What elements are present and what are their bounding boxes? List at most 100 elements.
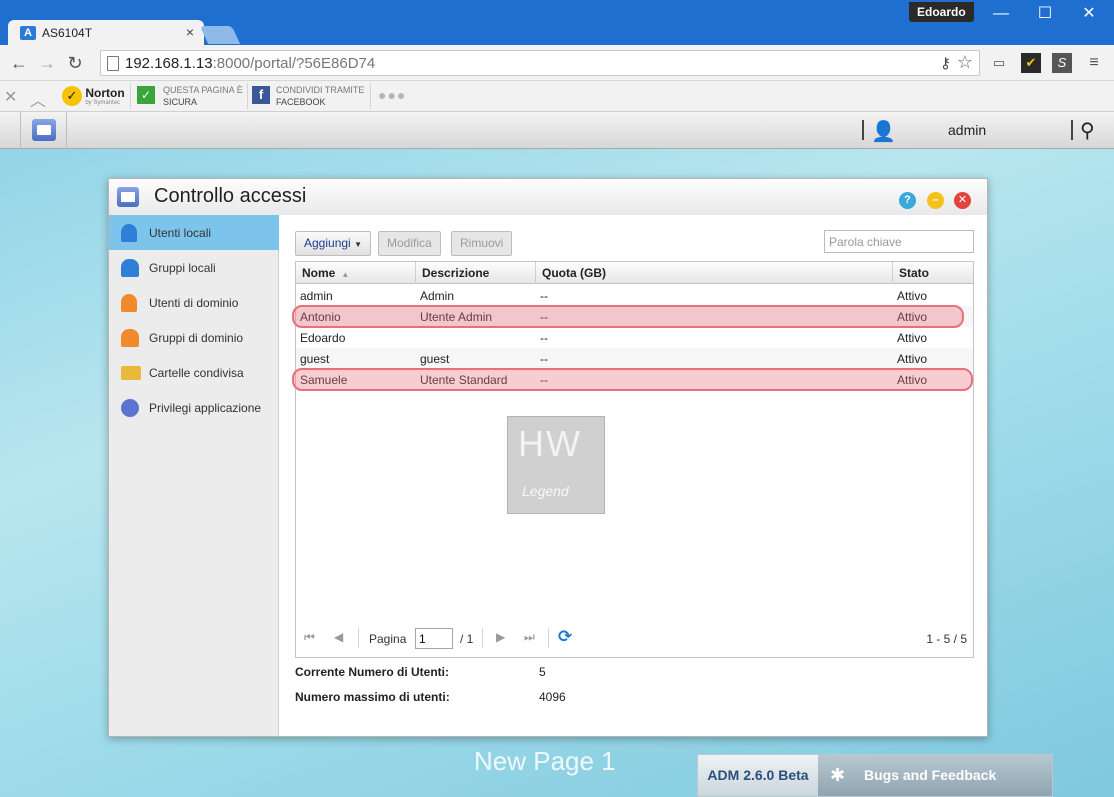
norton-logo[interactable]: ✓ Norton by Symantec [62, 86, 125, 106]
topbar-divider [862, 120, 864, 140]
close-window-icon[interactable]: ✕ [1074, 4, 1104, 24]
safe-line2: SICURA [163, 97, 198, 107]
current-users-value: 5 [539, 665, 546, 679]
topbar-divider [1071, 120, 1073, 140]
folder-icon [121, 366, 141, 380]
url-input[interactable]: 192.168.1.13:8000/portal/?56E86D74 ⚷ ☆ [100, 50, 980, 76]
add-button[interactable]: Aggiungi ▼ [295, 231, 371, 256]
cell-quota: -- [540, 352, 548, 366]
sidebar-item-domain-users[interactable]: Utenti di dominio [109, 285, 279, 320]
minimize-window-icon[interactable]: – [927, 192, 944, 209]
remove-button[interactable]: Rimuovi [451, 231, 513, 256]
pagination-bar: ⏮ ◀ Pagina / 1 ▶ ⏭ ⟳ 1 - 5 / 5 [296, 622, 973, 654]
cell-name: guest [300, 352, 330, 366]
page-icon [107, 56, 119, 71]
bookmark-star-icon[interactable]: ☆ [957, 52, 973, 73]
table-row[interactable]: Edoardo -- Attivo [296, 327, 973, 348]
sort-asc-icon: ▲ [341, 270, 350, 279]
highlight-annotation [292, 368, 973, 391]
norton-ext-icon[interactable]: ✔ [1021, 53, 1041, 73]
table-row[interactable]: admin Admin -- Attivo [296, 285, 973, 306]
window-app-icon [117, 187, 139, 207]
column-header-name[interactable]: Nome ▲ [296, 262, 416, 284]
tab-close-icon[interactable]: × [186, 24, 194, 40]
toolbar-divider [370, 83, 371, 109]
sidebar-item-domain-groups[interactable]: Gruppi di dominio [109, 320, 279, 355]
add-button-label: Aggiungi [304, 236, 351, 250]
column-header-status[interactable]: Stato [893, 262, 973, 284]
share-line2: FACEBOOK [276, 97, 326, 107]
first-page-icon[interactable]: ⏮ [304, 630, 315, 645]
profile-button[interactable]: Edoardo [909, 2, 974, 22]
more-dots-icon[interactable]: ●●● [378, 87, 406, 103]
page-number-input[interactable] [415, 628, 453, 649]
browser-titlebar: A AS6104T × Edoardo — ☐ ✕ [0, 0, 1114, 46]
toolbar-close-icon[interactable]: ✕ [4, 87, 17, 107]
cast-icon[interactable]: ▭ [989, 53, 1009, 73]
pager-divider [548, 628, 549, 648]
cell-status: Attivo [897, 352, 928, 366]
domain-group-icon [121, 329, 139, 347]
table-row[interactable]: guest guest -- Attivo [296, 348, 973, 369]
help-icon[interactable]: ? [899, 192, 916, 209]
current-users-label: Corrente Numero di Utenti: [295, 665, 450, 679]
refresh-icon[interactable]: ⟳ [558, 627, 572, 647]
search-icon[interactable]: ⚲ [1080, 118, 1095, 143]
browser-tab[interactable]: A AS6104T × [8, 20, 204, 46]
reload-icon[interactable]: ↻ [64, 52, 86, 74]
prev-page-icon[interactable]: ◀ [334, 630, 343, 644]
key-icon[interactable]: ⚷ [940, 54, 951, 72]
users-table: Nome ▲ Descrizione Quota (GB) Stato admin… [292, 261, 974, 658]
current-username[interactable]: admin [948, 122, 986, 138]
keyword-search-input[interactable] [824, 230, 974, 253]
column-header-quota[interactable]: Quota (GB) [536, 262, 893, 284]
app-privilege-icon [121, 399, 139, 417]
back-icon[interactable]: ← [8, 52, 30, 74]
last-page-icon[interactable]: ⏭ [524, 630, 535, 645]
adm-version[interactable]: ADM 2.6.0 Beta [698, 755, 818, 796]
window-header[interactable]: Controllo accessi ? – ✕ [109, 179, 987, 215]
sidebar-item-label: Utenti locali [149, 226, 212, 240]
domain-user-icon [121, 294, 137, 312]
desktop-page-name[interactable]: New Page 1 [474, 746, 616, 777]
page-total: / 1 [460, 632, 474, 646]
next-page-icon[interactable]: ▶ [496, 630, 505, 644]
highlight-annotation [292, 305, 964, 328]
edit-button[interactable]: Modifica [378, 231, 441, 256]
cell-name: Edoardo [300, 331, 346, 345]
minimize-icon[interactable]: — [986, 4, 1016, 24]
column-header-description[interactable]: Descrizione [416, 262, 536, 284]
page-label: Pagina [369, 632, 407, 646]
group-icon [121, 259, 139, 277]
adm-portal: 👤 admin ⚲ Controllo accessi ? – ✕ Utenti… [0, 112, 1114, 797]
access-control-taskbar-button[interactable] [20, 112, 67, 149]
share-facebook-item[interactable]: f CONDIVIDI TRAMITE FACEBOOK [252, 84, 364, 108]
url-host: 192.168.1.13 [125, 55, 213, 72]
facebook-icon: f [252, 86, 270, 104]
extension-s-icon[interactable]: S [1052, 53, 1072, 73]
close-window-button-icon[interactable]: ✕ [954, 192, 971, 209]
hwlegend-watermark-logo: HW Legend [507, 416, 605, 514]
maximize-icon[interactable]: ☐ [1030, 4, 1060, 24]
toolbar-collapse-icon[interactable]: ︿ [30, 87, 46, 111]
safe-page-item[interactable]: ✓ QUESTA PAGINA È SICURA [137, 84, 243, 108]
menu-icon[interactable]: ≡ [1084, 53, 1104, 73]
sidebar-item-local-groups[interactable]: Gruppi locali [109, 250, 279, 285]
sidebar: Utenti locali Gruppi locali Utenti di do… [109, 215, 279, 736]
cell-description: Admin [420, 289, 455, 303]
new-tab-button[interactable] [199, 26, 241, 44]
forward-icon[interactable]: → [36, 52, 58, 74]
norton-brand: Norton [85, 86, 125, 100]
watermark-line2: Legend [522, 483, 569, 499]
sidebar-item-app-privileges[interactable]: Privilegi applicazione [109, 390, 279, 425]
user-icon[interactable]: 👤 [871, 119, 896, 144]
user-icon [121, 224, 137, 242]
norton-check-icon: ✓ [62, 86, 82, 106]
window-title: Controllo accessi [154, 185, 307, 207]
sidebar-item-local-users[interactable]: Utenti locali [109, 215, 279, 250]
url-path: :8000/portal/?56E86D74 [212, 55, 376, 72]
portal-topbar: 👤 admin ⚲ [0, 112, 1114, 149]
sidebar-item-shared-folders[interactable]: Cartelle condivisa [109, 355, 279, 390]
bugs-feedback-button[interactable]: ✱ Bugs and Feedback [818, 755, 1052, 796]
sidebar-item-label: Gruppi di dominio [149, 331, 244, 345]
